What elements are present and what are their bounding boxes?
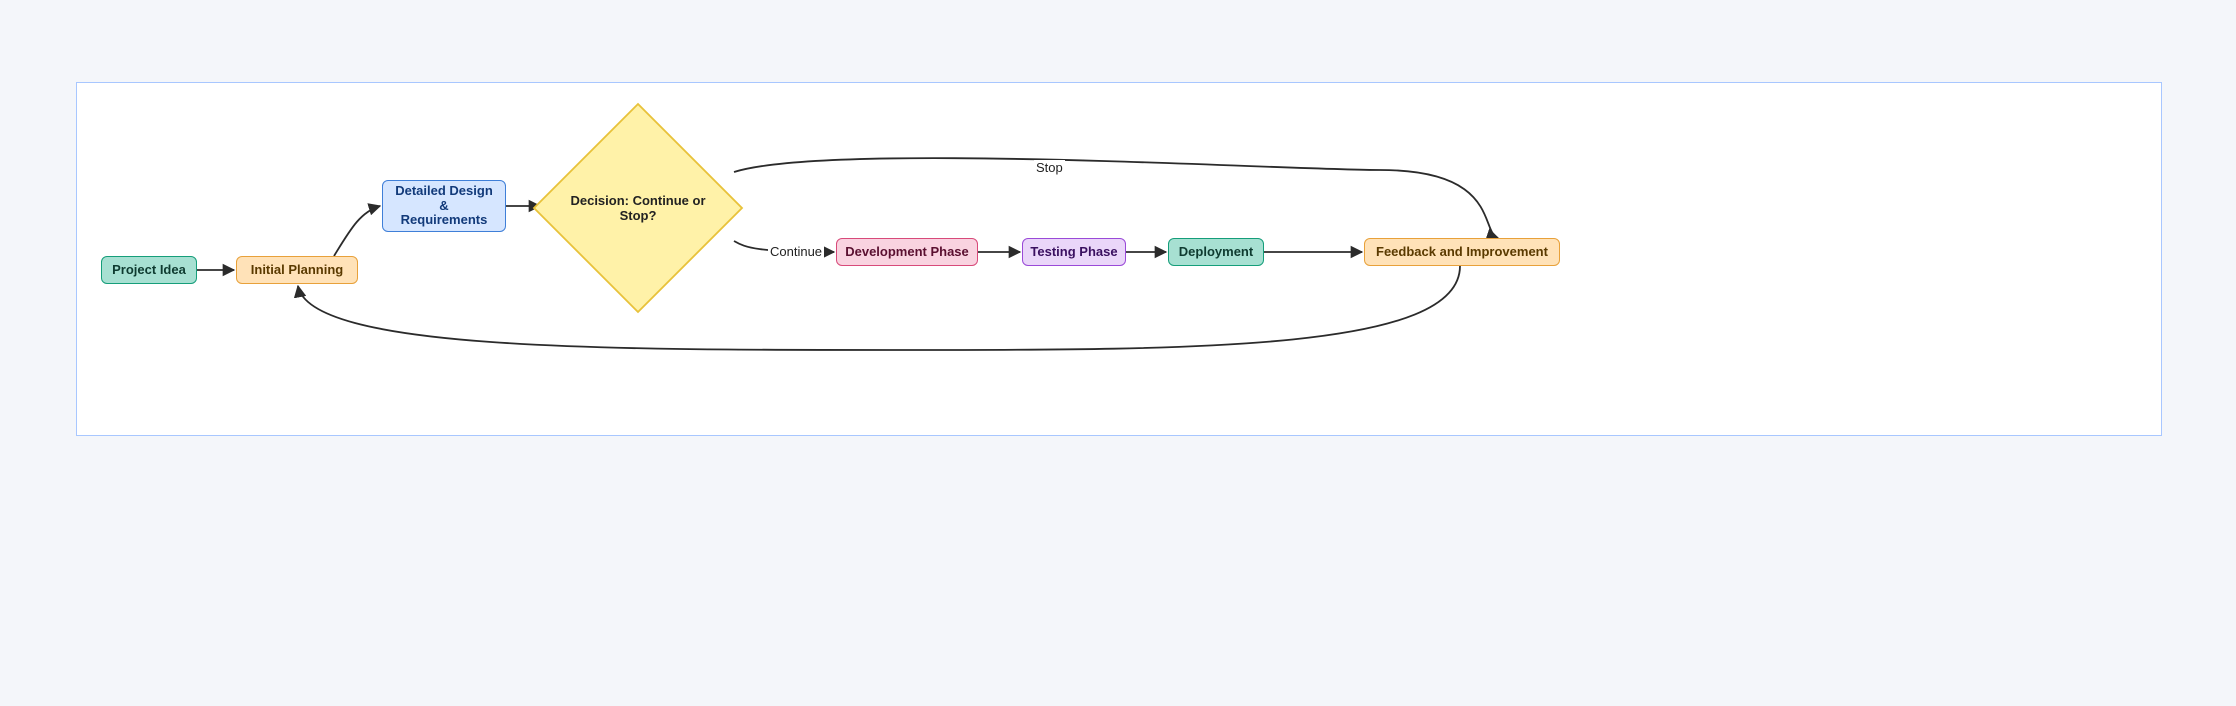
node-testing: Testing Phase: [1022, 238, 1126, 266]
edge-label-continue: Continue: [768, 244, 824, 259]
node-project-idea: Project Idea: [101, 256, 197, 284]
edge-label-stop: Stop: [1034, 160, 1065, 175]
node-initial-planning: Initial Planning: [236, 256, 358, 284]
node-deployment: Deployment: [1168, 238, 1264, 266]
node-design-requirements: Detailed Design & Requirements: [382, 180, 506, 232]
diagram-canvas: Project Idea Initial Planning Detailed D…: [0, 0, 2236, 706]
node-feedback: Feedback and Improvement: [1364, 238, 1560, 266]
node-decision: Decision: Continue or Stop?: [528, 98, 748, 318]
node-decision-label: Decision: Continue or Stop?: [528, 193, 748, 223]
node-development: Development Phase: [836, 238, 978, 266]
